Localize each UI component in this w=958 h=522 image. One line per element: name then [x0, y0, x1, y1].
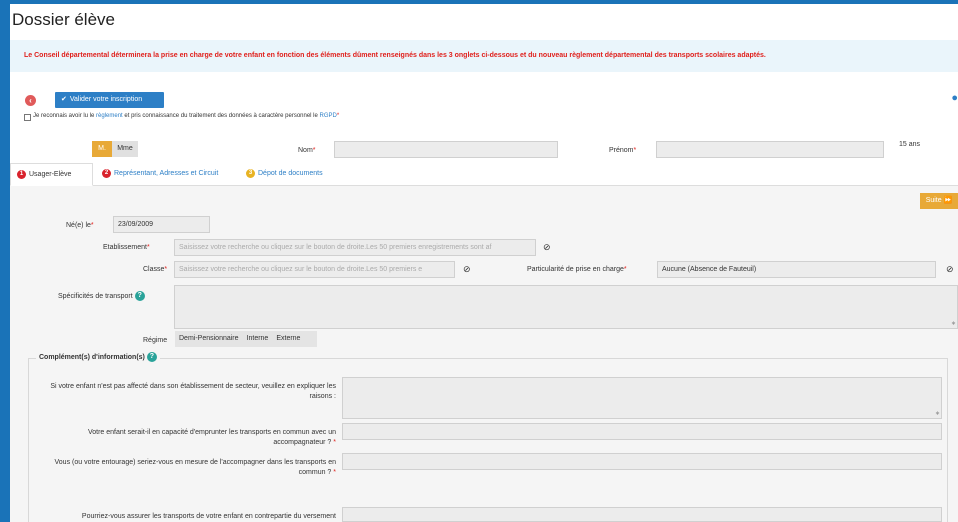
check-icon: ✔: [61, 96, 67, 103]
consent-checkbox[interactable]: [24, 114, 31, 121]
particularite-clear-icon[interactable]: ⊘: [946, 264, 954, 275]
age-text: 15 ans: [899, 141, 921, 148]
user-icon[interactable]: ●: [951, 92, 958, 104]
birth-date-field[interactable]: 23/09/2009: [113, 216, 210, 233]
question-versement: Pourriez-vous assurer les transports de …: [81, 513, 336, 520]
versement-field[interactable]: [342, 507, 942, 522]
left-accent-bar: [0, 0, 10, 522]
question-secteur: Si votre enfant n'est pas affecté dans s…: [50, 383, 336, 400]
suite-button[interactable]: Suite ⏩: [920, 193, 958, 209]
page-title: Dossier élève: [12, 10, 115, 29]
specificites-label: Spécificités de transport?: [58, 291, 145, 301]
prenom-label: Prénom*: [609, 147, 637, 154]
specificites-textarea[interactable]: ∗: [174, 285, 958, 329]
regime-option-interne[interactable]: Interne: [243, 331, 273, 347]
etablissement-clear-icon[interactable]: ⊘: [543, 242, 551, 253]
nom-label: Nom*: [298, 147, 316, 154]
regime-label: Régime: [143, 337, 168, 344]
secteur-textarea[interactable]: ∗: [342, 377, 942, 419]
reglement-link[interactable]: règlement: [96, 113, 123, 119]
help-icon[interactable]: ?: [134, 291, 145, 301]
complement-help-icon[interactable]: ?: [146, 352, 157, 362]
validate-label: Valider votre inscription: [69, 96, 143, 103]
civility-mme-toggle[interactable]: Mme: [112, 141, 138, 157]
regime-selector[interactable]: Demi-Pensionnaire Interne Externe: [175, 331, 317, 347]
tab-representant[interactable]: 2 Représentant, Adresses et Circuit: [96, 163, 224, 186]
civility-m-toggle[interactable]: M.: [92, 141, 112, 157]
consent-text: Je reconnais avoir lu le règlement et pr…: [33, 113, 340, 119]
regime-option-externe[interactable]: Externe: [272, 331, 304, 347]
prenom-field[interactable]: [656, 141, 884, 158]
question-transport-accompagnateur: Votre enfant serait-il en capacité d'emp…: [87, 429, 336, 446]
classe-input[interactable]: Saisissez votre recherche ou cliquez sur…: [174, 261, 455, 278]
validate-registration-button[interactable]: ✔ Valider votre inscription: [55, 92, 164, 108]
etablissement-input[interactable]: Saisissez votre recherche ou cliquez sur…: [174, 239, 536, 256]
accompagnement-field[interactable]: [342, 453, 942, 470]
nom-field[interactable]: [334, 141, 558, 158]
resize-grip-icon[interactable]: ∗: [935, 411, 940, 417]
info-banner-text: Le Conseil départemental déterminera la …: [24, 52, 766, 59]
etablissement-label: Etablissement*: [103, 244, 150, 251]
birth-label: Né(e) le*: [66, 222, 94, 229]
complement-legend: Complément(s) d'information(s)?: [36, 352, 160, 362]
particularite-label: Particularité de prise en charge*: [527, 266, 627, 273]
transport-accompagnateur-field[interactable]: [342, 423, 942, 440]
particularite-select[interactable]: Aucune (Absence de Fauteuil): [657, 261, 936, 278]
tab-depot-documents[interactable]: 3 Dépot de documents: [240, 163, 329, 186]
top-accent-bar: [0, 0, 958, 4]
rgpd-link[interactable]: RGPD: [320, 113, 337, 119]
question-accompagnement: Vous (ou votre entourage) seriez-vous en…: [54, 459, 337, 476]
back-arrow-icon[interactable]: ‹: [25, 95, 36, 106]
classe-clear-icon[interactable]: ⊘: [463, 264, 471, 275]
user-icons[interactable]: ●: [951, 92, 958, 104]
tab-usager-eleve[interactable]: 1 Usager-Elève: [10, 163, 93, 186]
regime-option-demi-pensionnaire[interactable]: Demi-Pensionnaire: [175, 331, 243, 347]
resize-grip-icon[interactable]: ∗: [951, 321, 956, 327]
classe-label: Classe*: [143, 266, 168, 273]
